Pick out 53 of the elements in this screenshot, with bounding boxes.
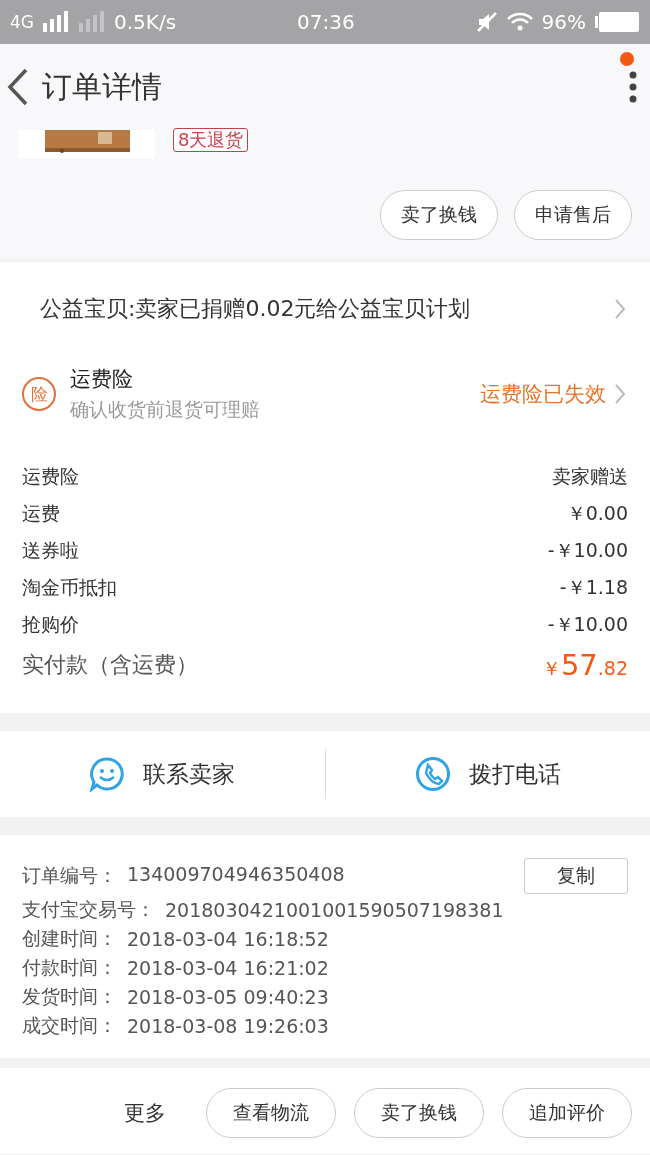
action-button[interactable]: 查看物流 bbox=[206, 1088, 336, 1138]
contact-button[interactable]: 联系卖家 bbox=[0, 731, 325, 817]
fee-value: 卖家赠送 bbox=[552, 463, 628, 489]
fee-label: 抢购价 bbox=[22, 611, 79, 637]
insurance-title: 运费险 bbox=[70, 366, 134, 393]
total-amount: ￥57.82 bbox=[541, 648, 628, 682]
fee-value: ￥0.00 bbox=[566, 500, 628, 526]
insurance-subtitle: 确认收货前退货可理赔 bbox=[70, 397, 261, 422]
copy-button[interactable]: 复制 bbox=[524, 858, 628, 894]
mute-icon bbox=[475, 11, 498, 33]
charity-notice: 公益宝贝:卖家已捐赠0.02元给公益宝贝计划 bbox=[40, 295, 471, 323]
return-policy-tag: 8天退货 bbox=[173, 128, 249, 152]
info-label: 付款时间： bbox=[22, 954, 117, 980]
phone-icon bbox=[414, 756, 451, 792]
battery-icon bbox=[594, 11, 640, 33]
action-button[interactable]: 卖了换钱 bbox=[380, 190, 498, 240]
chat-icon bbox=[89, 756, 126, 792]
info-value: 2018-03-04 16:21:02 bbox=[127, 956, 329, 979]
info-label: 订单编号： bbox=[22, 863, 117, 888]
more-link[interactable]: 更多 bbox=[124, 1099, 166, 1127]
fee-label: 送券啦 bbox=[22, 537, 79, 563]
fee-value: -￥10.00 bbox=[547, 537, 628, 563]
fee-value: -￥10.00 bbox=[547, 611, 628, 637]
fee-label: 运费险 bbox=[22, 463, 79, 489]
info-label: 成交时间： bbox=[22, 1012, 117, 1038]
fee-value: -￥1.18 bbox=[559, 574, 628, 600]
action-button[interactable]: 申请售后 bbox=[514, 190, 632, 240]
action-button[interactable]: 追加评价 bbox=[502, 1088, 632, 1138]
fee-label: 运费 bbox=[22, 500, 60, 526]
fee-label: 淘金币抵扣 bbox=[22, 574, 117, 600]
chevron-icon bbox=[614, 383, 626, 405]
wifi-icon bbox=[505, 11, 534, 33]
info-label: 支付宝交易号： bbox=[22, 896, 155, 922]
network-speed: 0.5K/s bbox=[114, 10, 177, 34]
info-label: 发货时间： bbox=[22, 983, 117, 1009]
clock: 07:36 bbox=[297, 10, 355, 34]
info-value: 2018-03-04 16:18:52 bbox=[127, 927, 329, 950]
call-button[interactable]: 拨打电话 bbox=[325, 731, 650, 817]
info-label: 创建时间： bbox=[22, 925, 117, 951]
network-type: 4G bbox=[10, 12, 34, 32]
signal-icon bbox=[42, 11, 70, 33]
total-label: 实付款（含运费） bbox=[22, 651, 198, 679]
signal-icon bbox=[78, 11, 106, 33]
chevron-icon bbox=[614, 298, 626, 320]
battery-level: 96% bbox=[541, 10, 586, 34]
page-title: 订单详情 bbox=[42, 67, 163, 106]
info-value: 2018-03-05 09:40:23 bbox=[127, 985, 329, 1008]
info-value: 134009704946350408 bbox=[127, 863, 345, 887]
action-button[interactable]: 卖了换钱 bbox=[354, 1088, 484, 1138]
info-value: 2018030421001001590507198381 bbox=[165, 898, 504, 921]
info-value: 2018-03-08 19:26:03 bbox=[127, 1014, 329, 1037]
more-menu-button[interactable] bbox=[628, 70, 638, 104]
insurance-badge: 险 bbox=[22, 377, 56, 411]
